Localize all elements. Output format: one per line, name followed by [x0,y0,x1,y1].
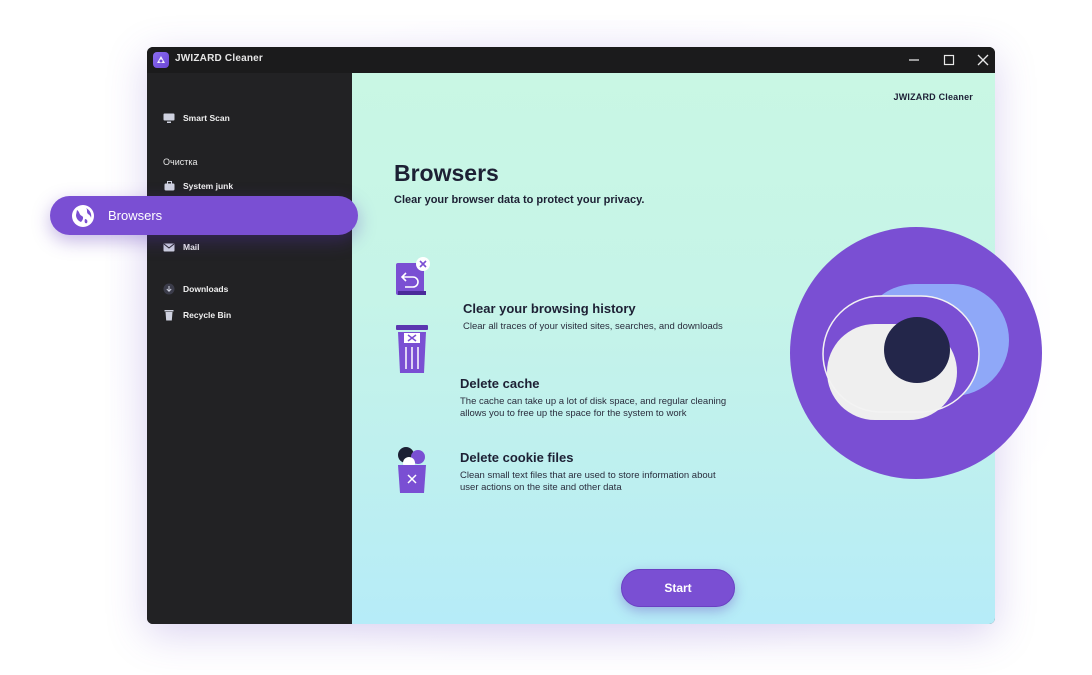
sidebar-item-label: System junk [183,181,234,191]
close-button[interactable] [966,47,995,73]
maximize-icon [943,54,955,66]
briefcase-icon [163,180,175,192]
feature-desc-cache: The cache can take up a lot of disk spac… [460,396,727,419]
feature-title-cookies: Delete cookie files [460,450,574,465]
sidebar: Smart Scan Очистка System junk Mail Down… [147,73,352,624]
start-button[interactable]: Start [621,569,735,607]
sidebar-item-recycle-bin[interactable]: Recycle Bin [163,307,231,323]
title-bar: JWIZARD Cleaner [147,47,995,73]
minimize-icon [909,59,919,61]
sidebar-item-label: Recycle Bin [183,310,232,320]
monitor-icon [163,112,175,124]
minimize-button[interactable] [897,47,931,73]
maximize-button[interactable] [932,47,966,73]
app-logo-icon [153,52,169,68]
sidebar-item-system-junk[interactable]: System junk [163,178,233,194]
sidebar-item-browsers-active[interactable]: Browsers [50,196,358,235]
brand-label: JWIZARD Cleaner [893,92,973,102]
privacy-toggle-illustration [789,226,1043,480]
feature-title-history: Clear your browsing history [463,301,636,316]
history-book-icon [394,255,430,304]
feature-desc-history: Clear all traces of your visited sites, … [463,321,723,332]
globe-icon [71,204,95,228]
sidebar-section-cleanup: Очистка [163,157,198,167]
page-subtitle: Clear your browser data to protect your … [394,194,645,206]
feature-title-cache: Delete cache [460,376,540,391]
trash-icon [163,309,175,321]
sidebar-item-downloads[interactable]: Downloads [163,281,228,297]
mail-icon [163,241,175,253]
sidebar-item-label: Mail [183,242,200,252]
sidebar-item-smart-scan[interactable]: Smart Scan [163,110,230,126]
trash-can-icon [394,323,430,380]
sidebar-item-label: Browsers [108,208,163,223]
sidebar-item-mail[interactable]: Mail [163,239,200,255]
sidebar-item-label: Downloads [183,284,229,294]
cookie-bin-icon [394,445,430,500]
sidebar-item-label: Smart Scan [183,113,230,123]
close-icon [977,54,989,66]
download-icon [163,283,175,295]
feature-desc-cookies: Clean small text files that are used to … [460,470,716,493]
page-title: Browsers [394,160,499,186]
window-title: JWIZARD Cleaner [175,53,264,64]
